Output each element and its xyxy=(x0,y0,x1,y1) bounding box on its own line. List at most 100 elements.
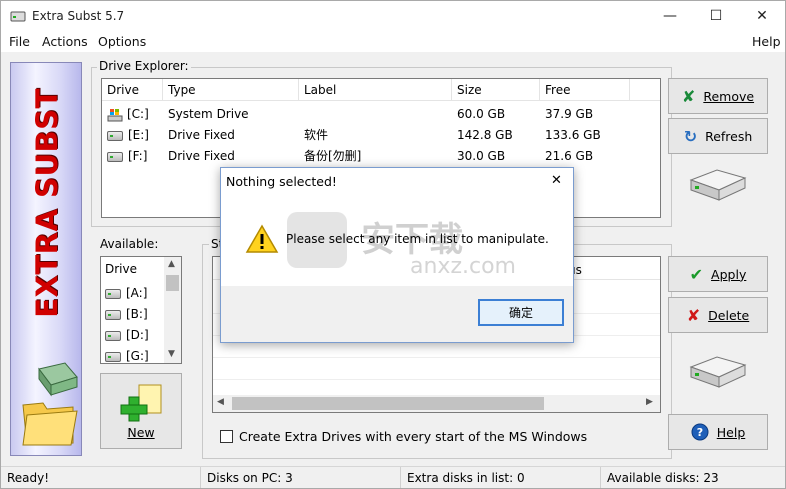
scroll-down-icon[interactable]: ▼ xyxy=(168,349,175,359)
table-row[interactable]: [F:] Drive Fixed 备份[勿删] 30.0 GB 21.6 GB xyxy=(102,146,660,167)
col-label[interactable]: Label xyxy=(299,79,452,101)
cell-label: 备份[勿删] xyxy=(304,149,362,163)
col-free[interactable]: Free xyxy=(540,79,630,101)
checkmark-icon: ✔ xyxy=(689,264,704,284)
svg-text:?: ? xyxy=(697,426,703,439)
apply-button-label: Apply xyxy=(711,266,747,282)
cell-size: 60.0 GB xyxy=(457,107,506,121)
warning-icon xyxy=(245,224,279,253)
brand-sidebar: EXTRA SUBST xyxy=(10,62,82,456)
table-row[interactable]: [E:] Drive Fixed 软件 142.8 GB 133.6 GB xyxy=(102,125,660,146)
available-col-drive: Drive xyxy=(105,262,137,276)
col-size[interactable]: Size xyxy=(452,79,540,101)
drive-explorer-header: Drive Type Label Size Free xyxy=(102,79,660,101)
maximize-button[interactable]: ☐ xyxy=(693,1,739,31)
dialog-close-button[interactable]: ✕ xyxy=(551,173,562,188)
cell-free: 37.9 GB xyxy=(545,107,594,121)
hscroll-thumb[interactable] xyxy=(232,397,544,410)
brand-logo-text: EXTRA SUBST xyxy=(30,88,64,318)
available-label: Available: xyxy=(98,237,161,251)
drive-icon xyxy=(105,351,121,362)
drive-icon xyxy=(105,288,121,299)
dialog-title: Nothing selected! xyxy=(226,174,337,189)
cell-type: System Drive xyxy=(168,107,249,121)
remove-button-label: Remove xyxy=(703,88,755,104)
menu-file[interactable]: File xyxy=(9,34,30,49)
cell-drive: [C:] xyxy=(127,107,149,121)
apply-button[interactable]: ✔ Apply xyxy=(668,256,768,292)
scroll-up-icon[interactable]: ▲ xyxy=(168,259,175,269)
window-title: Extra Subst 5.7 xyxy=(32,9,125,23)
dialog-body: 安下载 anxz.com Please select any item in l… xyxy=(221,196,573,286)
available-list[interactable]: Drive [A:] [B:] [D:] [G:] ▲ ▼ xyxy=(100,256,182,364)
cell-label: 软件 xyxy=(304,128,329,142)
table-row[interactable]: [C:] System Drive 60.0 GB 37.9 GB xyxy=(102,104,660,125)
remove-button[interactable]: ✘ Remove xyxy=(668,78,768,114)
drive-explorer-label: Drive Explorer: xyxy=(97,59,191,73)
status-available-disks: Available disks: 23 xyxy=(607,471,719,485)
status-extra-disks: Extra disks in list: 0 xyxy=(401,467,601,488)
cell-type: Drive Fixed xyxy=(168,149,235,163)
dialog-footer: 确定 xyxy=(221,286,573,342)
delete-button[interactable]: ✘ Delete xyxy=(668,297,768,333)
title-bar: Extra Subst 5.7 — ☐ ✕ xyxy=(1,1,785,31)
remove-x-icon: ✘ xyxy=(681,86,696,106)
ok-button[interactable]: 确定 xyxy=(478,299,564,326)
scroll-thumb[interactable] xyxy=(166,275,179,291)
cell-free: 21.6 GB xyxy=(545,149,594,163)
hard-drive-icon xyxy=(689,169,747,201)
menu-actions[interactable]: Actions xyxy=(42,34,88,49)
menu-bar: File Actions Options Help xyxy=(1,31,785,52)
refresh-icon: ↻ xyxy=(683,126,698,146)
status-bar: Ready! Disks on PC: 3 Extra disks in lis… xyxy=(1,466,785,488)
status-ready: Ready! xyxy=(1,467,201,488)
menu-options[interactable]: Options xyxy=(98,34,146,49)
scroll-right-icon[interactable]: ▶ xyxy=(646,397,653,407)
refresh-button-label: Refresh xyxy=(705,128,753,144)
help-button[interactable]: ? Help xyxy=(668,414,768,450)
cell-free: 133.6 GB xyxy=(545,128,601,142)
drive-icon xyxy=(105,309,121,320)
cell-type: Drive Fixed xyxy=(168,128,235,142)
cell-size: 30.0 GB xyxy=(457,149,506,163)
list-item[interactable]: [B:] xyxy=(105,307,148,321)
nothing-selected-dialog: Nothing selected! ✕ 安下载 anxz.com Please … xyxy=(220,167,574,343)
list-item[interactable]: [A:] xyxy=(105,286,147,300)
drive-icon xyxy=(107,151,123,162)
dialog-title-bar: Nothing selected! ✕ xyxy=(221,168,573,196)
scroll-left-icon[interactable]: ◀ xyxy=(217,397,224,407)
drive-icon xyxy=(105,330,121,341)
cell-label xyxy=(299,104,304,125)
startup-checkbox-label[interactable]: Create Extra Drives with every start of … xyxy=(239,429,587,444)
substituted-hscrollbar[interactable]: ◀ ▶ xyxy=(213,395,660,412)
delete-x-icon: ✘ xyxy=(686,305,701,325)
close-button[interactable]: ✕ xyxy=(739,1,785,31)
watermark-sub: anxz.com xyxy=(410,254,516,279)
minimize-button[interactable]: — xyxy=(647,1,693,31)
refresh-button[interactable]: ↻ Refresh xyxy=(668,118,768,154)
startup-checkbox[interactable] xyxy=(220,430,233,443)
list-item[interactable]: [D:] xyxy=(105,328,149,342)
cell-drive: [F:] xyxy=(128,149,148,163)
list-item[interactable]: [G:] xyxy=(105,349,149,363)
windows-drive-icon xyxy=(107,108,123,121)
drive-icon xyxy=(107,130,123,141)
new-button-label: New xyxy=(127,424,155,440)
new-button[interactable]: New xyxy=(100,373,182,449)
menu-help[interactable]: Help xyxy=(752,34,781,49)
col-type[interactable]: Type xyxy=(163,79,299,101)
delete-button-label: Delete xyxy=(708,307,750,323)
dialog-message: Please select any item in list to manipu… xyxy=(286,232,549,246)
col-drive[interactable]: Drive xyxy=(102,79,163,101)
cell-drive: [E:] xyxy=(128,128,149,142)
drive-folder-icon xyxy=(22,362,78,446)
cell-size: 142.8 GB xyxy=(457,128,513,142)
hard-drive-icon xyxy=(689,356,747,388)
status-disks-on-pc: Disks on PC: 3 xyxy=(201,467,401,488)
app-window: Extra Subst 5.7 — ☐ ✕ File Actions Optio… xyxy=(0,0,786,489)
available-scrollbar[interactable]: ▲ ▼ xyxy=(164,257,181,363)
help-button-label: Help xyxy=(716,424,746,440)
help-icon: ? xyxy=(691,423,709,441)
app-icon xyxy=(10,11,26,22)
new-plus-icon xyxy=(120,384,162,421)
